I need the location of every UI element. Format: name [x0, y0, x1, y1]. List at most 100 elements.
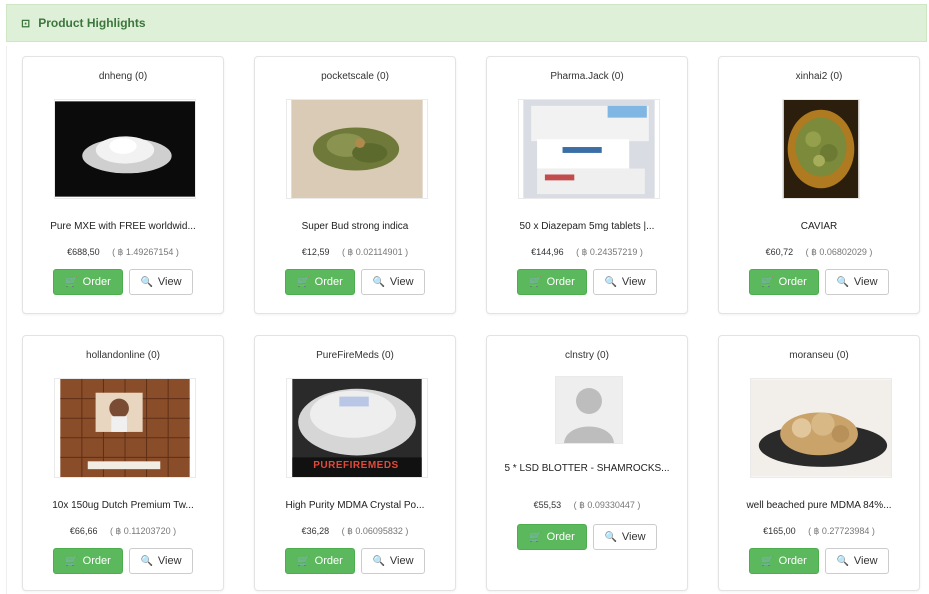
order-label: Order — [778, 555, 807, 567]
cart-icon: 🛒 — [529, 531, 542, 543]
product-price: €55,53 ( ฿ 0.09330447 ) — [487, 500, 687, 511]
panel-title: Product Highlights — [38, 16, 146, 30]
view-label: View — [157, 555, 182, 567]
view-label: View — [389, 555, 414, 567]
search-icon: 🔍 — [372, 555, 385, 567]
product-title[interactable]: 10x 150ug Dutch Premium Tw... — [27, 499, 219, 512]
search-icon: 🔍 — [372, 276, 385, 288]
order-button[interactable]: 🛒 Order — [53, 548, 123, 574]
price-btc: ( ฿ 1.49267154 ) — [112, 247, 179, 257]
product-card: clnstry (0) 5 * LSD BLOTTER - SHAMROCKS.… — [486, 335, 688, 591]
product-image[interactable] — [555, 376, 623, 444]
cart-icon: 🛒 — [761, 276, 774, 288]
product-image[interactable] — [750, 378, 892, 478]
product-card: hollandonline (0) 10x 150ug Dutch Premiu… — [22, 335, 224, 591]
brand-watermark: PUREFIREMEDS — [313, 460, 399, 471]
product-price: €66,66 ( ฿ 0.11203720 ) — [23, 526, 223, 537]
product-title[interactable]: 50 x Diazepam 5mg tablets |... — [491, 220, 683, 233]
cart-icon: 🛒 — [65, 555, 78, 567]
vendor-name[interactable]: PureFireMeds (0) — [255, 350, 455, 361]
price-btc: ( ฿ 0.11203720 ) — [109, 526, 177, 536]
price-eur: €144,96 — [531, 247, 564, 257]
search-icon: 🔍 — [140, 555, 153, 567]
product-image[interactable] — [54, 99, 196, 199]
order-button[interactable]: 🛒 Order — [285, 269, 355, 295]
product-title[interactable]: well beached pure MDMA 84%... — [723, 499, 915, 512]
order-button[interactable]: 🛒 Order — [517, 269, 587, 295]
order-label: Order — [82, 276, 111, 288]
product-image[interactable] — [54, 378, 196, 478]
product-image[interactable] — [518, 99, 660, 199]
cart-icon: 🛒 — [297, 555, 310, 567]
panel-header: ⊡ Product Highlights — [6, 4, 927, 42]
product-price: €36,28 ( ฿ 0.06095832 ) — [255, 526, 455, 537]
order-label: Order — [314, 555, 343, 567]
order-button[interactable]: 🛒 Order — [285, 548, 355, 574]
view-button[interactable]: 🔍 View — [825, 269, 889, 295]
search-icon: 🔍 — [604, 531, 617, 543]
price-btc: ( ฿ 0.06095832 ) — [341, 526, 409, 536]
vendor-name[interactable]: pocketscale (0) — [255, 71, 455, 82]
price-eur: €165,00 — [763, 526, 796, 536]
view-label: View — [389, 276, 414, 288]
view-button[interactable]: 🔍 View — [129, 548, 193, 574]
view-label: View — [853, 555, 878, 567]
order-label: Order — [546, 531, 575, 543]
order-button[interactable]: 🛒 Order — [517, 524, 587, 550]
product-price: €688,50 ( ฿ 1.49267154 ) — [23, 247, 223, 258]
vendor-name[interactable]: hollandonline (0) — [23, 350, 223, 361]
search-icon: 🔍 — [836, 555, 849, 567]
order-button[interactable]: 🛒 Order — [749, 548, 819, 574]
vendor-name[interactable]: xinhai2 (0) — [719, 71, 919, 82]
product-image[interactable] — [782, 99, 860, 199]
order-button[interactable]: 🛒 Order — [749, 269, 819, 295]
view-button[interactable]: 🔍 View — [593, 524, 657, 550]
price-btc: ( ฿ 0.02114901 ) — [341, 247, 409, 257]
product-card: pocketscale (0) Super Bud strong indica … — [254, 56, 456, 314]
view-button[interactable]: 🔍 View — [129, 269, 193, 295]
search-icon: 🔍 — [836, 276, 849, 288]
view-button[interactable]: 🔍 View — [361, 269, 425, 295]
order-button[interactable]: 🛒 Order — [53, 269, 123, 295]
price-eur: €55,53 — [533, 500, 562, 510]
view-button[interactable]: 🔍 View — [593, 269, 657, 295]
list-icon: ⊡ — [21, 17, 31, 30]
product-card: xinhai2 (0) CAVIAR €60,72 ( ฿ 0.06802029… — [718, 56, 920, 314]
view-button[interactable]: 🔍 View — [825, 548, 889, 574]
product-title[interactable]: Super Bud strong indica — [259, 220, 451, 233]
order-label: Order — [82, 555, 111, 567]
price-btc: ( ฿ 0.09330447 ) — [573, 500, 641, 510]
price-eur: €12,59 — [301, 247, 330, 257]
product-price: €144,96 ( ฿ 0.24357219 ) — [487, 247, 687, 258]
product-title[interactable]: CAVIAR — [723, 220, 915, 233]
order-label: Order — [314, 276, 343, 288]
cart-icon: 🛒 — [761, 555, 774, 567]
product-card: moranseu (0) well beached pure MDMA 84%.… — [718, 335, 920, 591]
order-label: Order — [778, 276, 807, 288]
price-eur: €688,50 — [67, 247, 100, 257]
view-label: View — [157, 276, 182, 288]
vendor-name[interactable]: moranseu (0) — [719, 350, 919, 361]
cart-icon: 🛒 — [297, 276, 310, 288]
vendor-name[interactable]: Pharma.Jack (0) — [487, 71, 687, 82]
product-price: €165,00 ( ฿ 0.27723984 ) — [719, 526, 919, 537]
view-label: View — [621, 531, 646, 543]
price-btc: ( ฿ 0.27723984 ) — [808, 526, 875, 536]
product-card: PureFireMeds (0) High Purity MDMA Crysta… — [254, 335, 456, 591]
price-btc: ( ฿ 0.24357219 ) — [576, 247, 643, 257]
product-price: €12,59 ( ฿ 0.02114901 ) — [255, 247, 455, 258]
product-title[interactable]: High Purity MDMA Crystal Po... — [259, 499, 451, 512]
vendor-name[interactable]: clnstry (0) — [487, 350, 687, 361]
order-label: Order — [546, 276, 575, 288]
cart-icon: 🛒 — [529, 276, 542, 288]
price-eur: €66,66 — [69, 526, 98, 536]
view-label: View — [621, 276, 646, 288]
product-title[interactable]: Pure MXE with FREE worldwid... — [27, 220, 219, 233]
vendor-name[interactable]: dnheng (0) — [23, 71, 223, 82]
view-label: View — [853, 276, 878, 288]
cart-icon: 🛒 — [65, 276, 78, 288]
product-image[interactable] — [286, 99, 428, 199]
price-eur: €36,28 — [301, 526, 330, 536]
product-title[interactable]: 5 * LSD BLOTTER - SHAMROCKS... — [491, 462, 683, 475]
view-button[interactable]: 🔍 View — [361, 548, 425, 574]
